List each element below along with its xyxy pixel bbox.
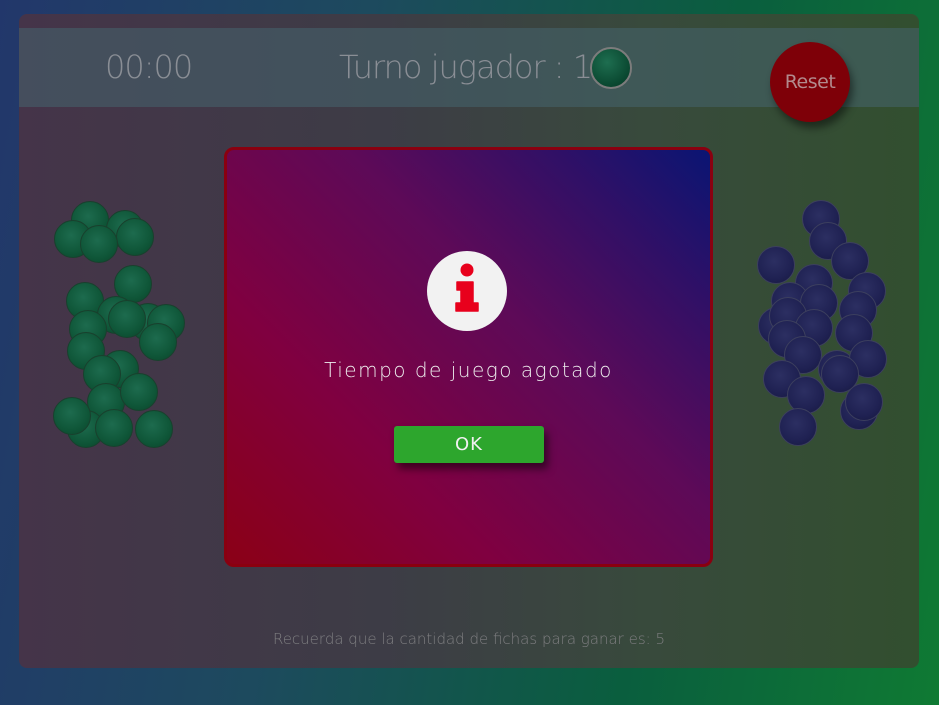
green-chip[interactable] [120,373,158,411]
reset-button[interactable]: Reset [770,42,850,122]
game-header: 00:00 Turno jugador : 1 Reset [19,28,919,122]
green-chip[interactable] [116,218,154,256]
green-chip[interactable] [53,397,91,435]
blue-chip[interactable] [757,246,795,284]
blue-chip[interactable] [779,408,817,446]
timer: 00:00 [105,48,193,86]
green-chip[interactable] [95,409,133,447]
green-chip[interactable] [80,225,118,263]
win-condition-hint: Recuerda que la cantidad de fichas para … [272,630,666,648]
info-icon-glyph [455,263,479,312]
turn-indicator-label: Turno jugador : 1 [339,48,593,86]
current-player-chip [590,47,632,89]
green-chip[interactable] [135,410,173,448]
dialog-message: Tiempo de juego agotado [324,358,613,382]
ok-button[interactable]: OK [394,426,544,463]
timeout-dialog: Tiempo de juego agotado OK [224,147,713,567]
green-chip[interactable] [139,323,177,361]
info-icon [427,251,507,331]
blue-chip[interactable] [845,383,883,421]
